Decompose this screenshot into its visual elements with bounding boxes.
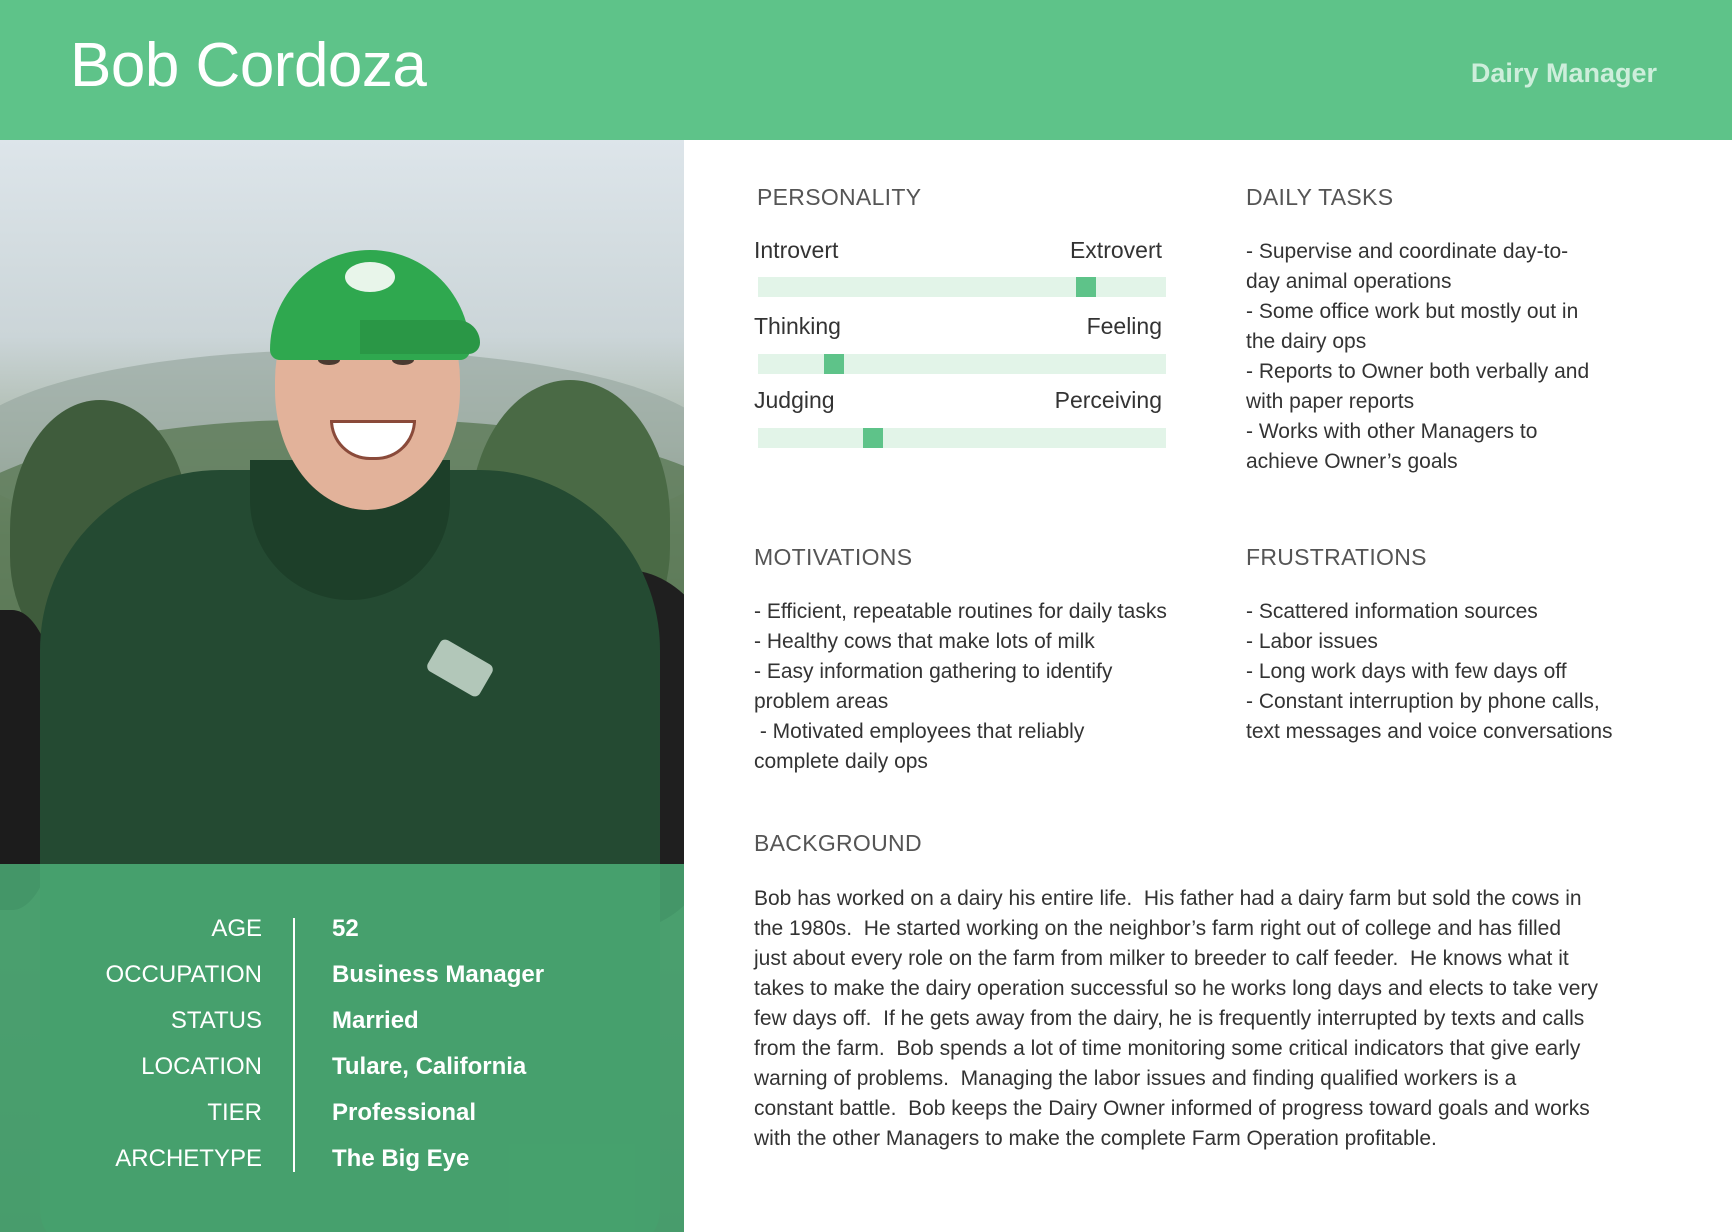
- profile-value: Married: [332, 1007, 419, 1034]
- motivations-text: - Efficient, repeatable routines for dai…: [754, 597, 1167, 777]
- background-line: takes to make the dairy operation succes…: [754, 977, 1598, 1000]
- profile-value: Professional: [332, 1099, 477, 1126]
- profile-label: AGE: [211, 915, 262, 942]
- profile-value: Business Manager: [332, 961, 545, 988]
- motivations-line: - Motivated employees that reliably: [754, 720, 1085, 743]
- daily-tasks-line: - Works with other Managers to: [1246, 420, 1538, 443]
- profile-row: AGE 52: [0, 915, 684, 961]
- profile-row: ARCHETYPE The Big Eye: [0, 1145, 684, 1191]
- profile-label: ARCHETYPE: [115, 1145, 262, 1172]
- trait-left-label: Introvert: [754, 237, 839, 263]
- daily-tasks-line: - Reports to Owner both verbally and: [1246, 360, 1590, 383]
- motivations-line: - Healthy cows that make lots of milk: [754, 630, 1095, 653]
- motivations-line: - Efficient, repeatable routines for dai…: [754, 600, 1167, 623]
- header-banner: Bob Cordoza Dairy Manager: [0, 0, 1732, 140]
- profile-row: TIER Professional: [0, 1099, 684, 1145]
- profile-label: LOCATION: [141, 1053, 262, 1080]
- photo-cap-logo: [345, 262, 395, 292]
- frustrations-line: text messages and voice conversations: [1246, 720, 1613, 743]
- daily-tasks-line: - Supervise and coordinate day-to-: [1246, 240, 1569, 263]
- trait-right-label: Feeling: [1086, 313, 1162, 339]
- background-line: from the farm. Bob spends a lot of time …: [754, 1037, 1581, 1060]
- frustrations-line: - Long work days with few days off: [1246, 660, 1567, 683]
- daily-tasks-title: DAILY TASKS: [1246, 184, 1394, 210]
- daily-tasks-text: - Supervise and coordinate day-to-day an…: [1246, 237, 1589, 477]
- frustrations-line: - Labor issues: [1246, 630, 1378, 653]
- trait-left-label: Thinking: [754, 313, 841, 339]
- profile-label: TIER: [207, 1099, 262, 1126]
- background-text: Bob has worked on a dairy his entire lif…: [754, 884, 1664, 1154]
- frustrations-line: - Scattered information sources: [1246, 600, 1538, 623]
- daily-tasks-line: with paper reports: [1246, 390, 1415, 413]
- profile-value: The Big Eye: [332, 1145, 470, 1172]
- profile-label: STATUS: [170, 1007, 262, 1034]
- frustrations-title: FRUSTRATIONS: [1246, 544, 1427, 570]
- daily-tasks-line: day animal operations: [1246, 270, 1452, 293]
- motivations-line: problem areas: [754, 690, 889, 713]
- profile-value: 52: [332, 915, 359, 942]
- trait-right-label: Extrovert: [1069, 237, 1162, 263]
- background-line: few days off. If he gets away from the d…: [754, 1007, 1585, 1030]
- background-title: BACKGROUND: [754, 830, 922, 856]
- trait-slider-track: [758, 277, 1166, 297]
- motivations-line: complete daily ops: [754, 750, 928, 773]
- profile-label: OCCUPATION: [105, 961, 262, 988]
- frustrations-text: - Scattered information sources - Labor i…: [1246, 597, 1613, 747]
- trait-left-label: Judging: [754, 387, 835, 413]
- profile-row: OCCUPATION Business Manager: [0, 961, 684, 1007]
- background-line: constant battle. Bob keeps the Dairy Own…: [754, 1097, 1590, 1120]
- background-line: Bob has worked on a dairy his entire lif…: [754, 887, 1582, 910]
- daily-tasks-line: the dairy ops: [1246, 330, 1367, 353]
- trait-slider-track: [758, 354, 1166, 374]
- profile-row: LOCATION Tulare, California: [0, 1053, 684, 1099]
- trait-slider-track: [758, 428, 1166, 448]
- background-line: warning of problems. Managing the labor …: [754, 1067, 1517, 1090]
- photo-cap-brim: [360, 320, 480, 354]
- personality-title: PERSONALITY: [757, 184, 922, 210]
- motivations-line: - Easy information gathering to identify: [754, 660, 1113, 683]
- motivations-title: MOTIVATIONS: [754, 544, 913, 570]
- trait-right-label: Perceiving: [1054, 387, 1162, 413]
- daily-tasks-line: achieve Owner’s goals: [1246, 450, 1458, 473]
- background-line: just about every role on the farm from m…: [754, 947, 1569, 970]
- profile-row: STATUS Married: [0, 1007, 684, 1053]
- trait-slider-thumb: [1076, 277, 1096, 297]
- persona-role: Dairy Manager: [1470, 58, 1657, 88]
- frustrations-line: - Constant interruption by phone calls,: [1246, 690, 1600, 713]
- persona-name: Bob Cordoza: [70, 31, 427, 100]
- trait-slider-thumb: [824, 354, 844, 374]
- profile-value: Tulare, California: [332, 1053, 527, 1080]
- background-line: the 1980s. He started working on the nei…: [754, 917, 1562, 940]
- trait-slider-thumb: [863, 428, 883, 448]
- background-line: with the other Managers to make the comp…: [754, 1127, 1437, 1150]
- daily-tasks-line: - Some office work but mostly out in: [1246, 300, 1579, 323]
